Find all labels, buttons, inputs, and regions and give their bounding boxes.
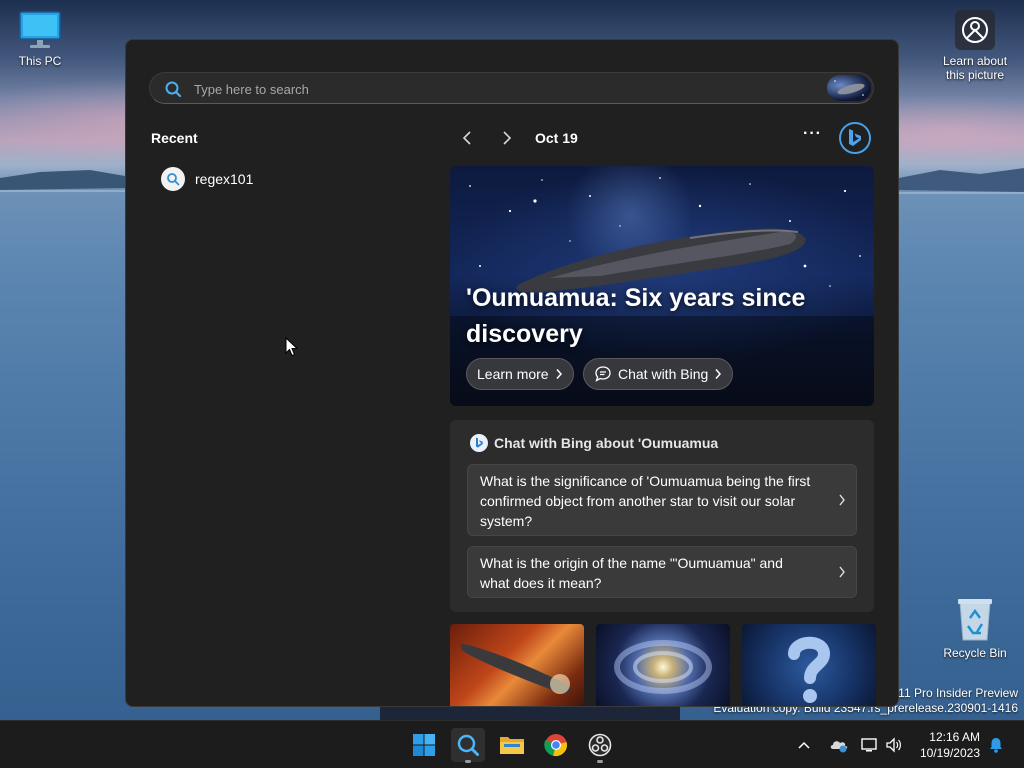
recent-heading: Recent <box>151 130 198 146</box>
desktop-icon-label: Recycle Bin <box>943 646 1007 660</box>
taskbar-search-button[interactable] <box>451 728 485 763</box>
clock-date: 10/19/2023 <box>919 746 980 760</box>
learn-more-button[interactable]: Learn more <box>466 358 574 390</box>
bing-chat-heading: Chat with Bing about 'Oumuamua <box>470 434 718 452</box>
recycle-bin-icon <box>958 599 992 641</box>
bing-chat-icon <box>470 434 488 452</box>
chevron-right-icon <box>839 494 845 506</box>
chevron-right-icon <box>715 369 722 379</box>
folder-icon <box>500 737 524 754</box>
taskbar-clock[interactable]: 12:16 AM 10/19/2023 <box>920 729 980 761</box>
volume-tray-button[interactable] <box>885 721 903 768</box>
galaxy-image <box>614 640 712 694</box>
chevron-right-icon <box>839 566 845 578</box>
search-icon <box>457 734 479 756</box>
related-image-thumbnail[interactable] <box>596 624 730 706</box>
search-icon <box>161 167 185 191</box>
desktop-icon-recycle-bin[interactable]: Recycle Bin <box>935 596 1015 660</box>
next-button[interactable] <box>497 128 517 148</box>
monitor-icon <box>19 11 61 48</box>
chat-bubble-icon <box>595 366 611 382</box>
desktop-icon-learn-about-picture[interactable]: Learn about this picture <box>935 10 1015 82</box>
watermark-edition: s 11 Pro Insider Preview <box>888 686 1018 700</box>
chevron-right-icon <box>556 369 562 379</box>
onedrive-icon <box>830 741 848 753</box>
recent-item-label: regex101 <box>195 171 254 187</box>
active-indicator <box>465 760 471 763</box>
windows-start-icon <box>413 734 435 756</box>
chevron-left-icon <box>462 131 471 145</box>
asteroid-image <box>460 644 572 694</box>
search-icon <box>165 81 182 98</box>
network-tray-button[interactable] <box>861 721 879 768</box>
related-image-thumbnail[interactable] <box>450 624 584 706</box>
asteroid-image <box>834 80 865 96</box>
taskbar: 12:16 AM 10/19/2023 <box>0 720 1024 768</box>
taskbar-obs-button[interactable] <box>583 728 617 763</box>
search-input[interactable] <box>192 73 796 105</box>
taskbar-file-explorer-button[interactable] <box>495 728 529 762</box>
desktop-icon-this-pc[interactable]: This PC <box>0 10 80 68</box>
previous-button[interactable] <box>457 128 477 148</box>
chat-suggestion[interactable]: What is the origin of the name "'Oumuamu… <box>467 546 857 598</box>
chat-with-bing-label: Chat with Bing <box>618 366 709 382</box>
bell-icon <box>990 738 1002 753</box>
learn-more-label: Learn more <box>477 366 549 382</box>
search-panel: Recent regex101 Oct 19 ··· <box>125 39 899 707</box>
search-highlight-thumbnail[interactable] <box>827 75 871 101</box>
chat-with-bing-button[interactable]: Chat with Bing <box>583 358 734 390</box>
speaker-icon <box>886 737 901 753</box>
bing-chat-card: Chat with Bing about 'Oumuamua What is t… <box>450 420 874 612</box>
camera-icon <box>955 10 995 50</box>
obs-icon <box>588 733 612 757</box>
bing-chat-title: Chat with Bing about 'Oumuamua <box>494 435 719 451</box>
chat-suggestion-text: What is the significance of 'Oumuamua be… <box>480 473 811 529</box>
clock-time: 12:16 AM <box>929 730 980 744</box>
desktop-icon-label: Learn about this picture <box>942 54 1008 82</box>
hero-title: 'Oumuamua: Six years since discovery <box>466 284 806 348</box>
highlights-nav: Oct 19 ··· <box>451 122 876 154</box>
network-icon <box>861 738 877 752</box>
bing-logo-button[interactable] <box>839 122 871 154</box>
show-hidden-icons-button[interactable] <box>797 721 811 768</box>
recent-item[interactable]: regex101 <box>151 164 421 194</box>
chevron-right-icon <box>503 131 512 145</box>
chat-suggestion-text: What is the origin of the name "'Oumuamu… <box>480 555 783 591</box>
hero-card[interactable]: 'Oumuamua: Six years since discovery Lea… <box>450 166 874 406</box>
mouse-cursor-icon <box>285 337 299 357</box>
taskbar-chrome-button[interactable] <box>539 728 573 762</box>
search-box[interactable] <box>149 72 874 105</box>
bing-icon <box>849 129 861 146</box>
chevron-up-icon <box>798 741 810 749</box>
question-mark-image <box>788 636 831 703</box>
onedrive-tray-button[interactable] <box>829 721 849 768</box>
running-indicator <box>597 760 603 763</box>
chrome-icon <box>544 734 567 756</box>
highlight-date: Oct 19 <box>535 130 578 146</box>
chat-suggestion[interactable]: What is the significance of 'Oumuamua be… <box>467 464 857 536</box>
taskbar-start-button[interactable] <box>407 728 441 762</box>
desktop-icon-label: This PC <box>18 54 62 68</box>
notifications-button[interactable] <box>988 721 1004 768</box>
related-image-thumbnail[interactable] <box>742 624 876 706</box>
more-options-button[interactable]: ··· <box>803 125 822 143</box>
